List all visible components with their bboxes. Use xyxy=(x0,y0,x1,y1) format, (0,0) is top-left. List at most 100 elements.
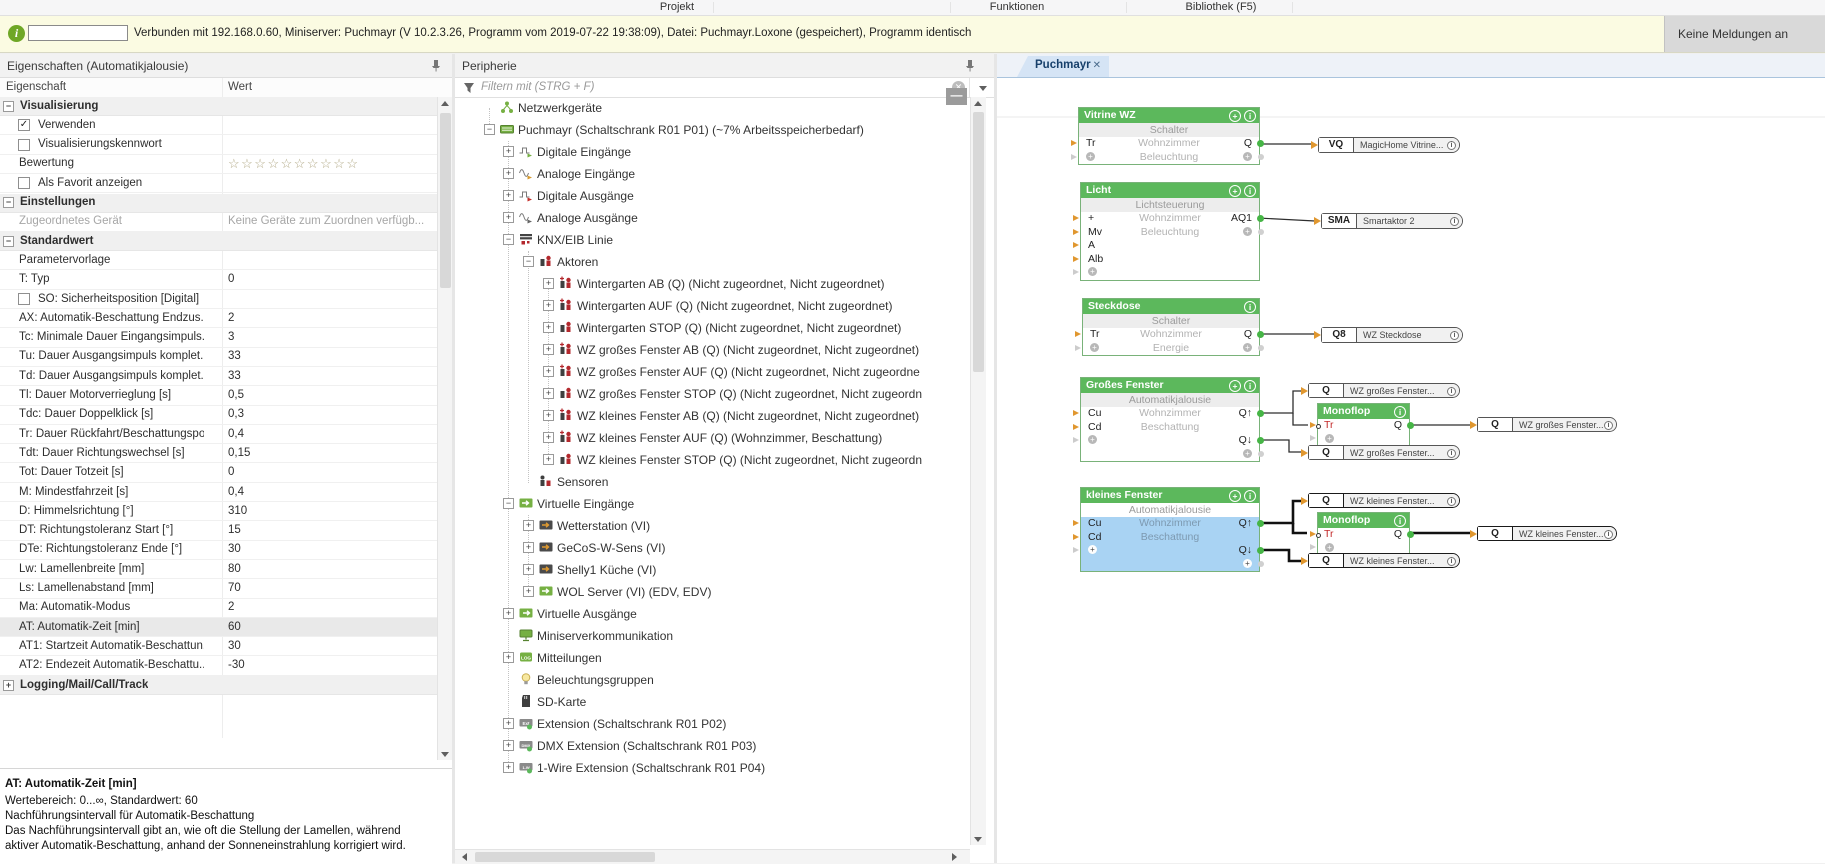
add-input-icon[interactable]: + xyxy=(1325,434,1334,443)
info-icon[interactable]: i xyxy=(1604,421,1613,430)
block-output-label[interactable]: Q xyxy=(1244,137,1252,150)
property-row-dt-richtungstoleranz-start[interactable]: DT: Richtungstoleranz Start [°]15 xyxy=(0,522,437,541)
tree-scrollbar[interactable] xyxy=(970,97,986,845)
property-row-ax-automatik-beschattung-endzus[interactable]: AX: Automatik-Beschattung Endzus...2 xyxy=(0,309,437,328)
move-icon[interactable]: + xyxy=(1229,185,1241,197)
property-row-so-sicherheitsposition-digital[interactable]: SO: Sicherheitsposition [Digital] xyxy=(0,290,437,309)
output-connector[interactable] xyxy=(1407,531,1414,538)
tree-expander[interactable]: + xyxy=(543,366,554,377)
property-row-at2-endezeit-automatik-beschattu[interactable]: AT2: Endezeit Automatik-Beschattu...-30 xyxy=(0,657,437,676)
property-value[interactable]: 30 xyxy=(228,543,241,555)
info-icon[interactable]: i xyxy=(1604,530,1613,539)
property-value[interactable]: 60 xyxy=(228,621,241,633)
add-output-icon[interactable]: + xyxy=(1243,227,1252,236)
io-node-q-wz-kleines-fenster[interactable]: QWZ kleines Fenster...i xyxy=(1308,553,1460,568)
tree-expander[interactable]: + xyxy=(523,542,534,553)
info-icon[interactable]: i xyxy=(1244,490,1256,502)
tree-expander[interactable]: + xyxy=(543,388,554,399)
menu-projekt[interactable]: Projekt xyxy=(660,1,694,13)
tree-expander[interactable]: − xyxy=(484,124,495,135)
tree-item-knx-eib-linie[interactable]: −KNX/EIB Linie xyxy=(455,230,970,250)
tree-item-wintergarten-auf-q-nicht-zu[interactable]: +Wintergarten AUF (Q) (Nicht zugeordnet,… xyxy=(455,296,970,316)
block-input-label[interactable]: Alb xyxy=(1088,253,1103,266)
block-input-label[interactable]: + xyxy=(1325,433,1334,446)
section-expander[interactable]: − xyxy=(3,236,14,247)
property-row-parametervorlage[interactable]: Parametervorlage xyxy=(0,251,437,270)
scroll-down-button[interactable] xyxy=(971,832,986,845)
tree-expander[interactable]: + xyxy=(503,762,514,773)
property-value[interactable]: 33 xyxy=(228,350,241,362)
input-connector-dim[interactable] xyxy=(1073,269,1079,275)
tree-item-wz-gro-es-fenster-auf-q-nic[interactable]: +WZ großes Fenster AUF (Q) (Nicht zugeor… xyxy=(455,362,970,382)
checkbox[interactable] xyxy=(18,293,30,305)
block-output-label[interactable]: + xyxy=(1243,558,1252,571)
property-row-tc-minimale-dauer-eingangsimpuls[interactable]: Tc: Minimale Dauer Eingangsimpuls...3 xyxy=(0,329,437,348)
property-value[interactable]: Keine Geräte zum Zuordnen verfügb... xyxy=(228,215,424,227)
section-expander[interactable]: − xyxy=(3,101,14,112)
io-node-q8-wz-steckdose[interactable]: Q8WZ Steckdosei xyxy=(1321,327,1463,343)
info-icon[interactable]: i xyxy=(1394,406,1406,418)
tree-item-miniserverkommunikation[interactable]: Miniserverkommunikation xyxy=(455,626,970,646)
input-connector-dim[interactable] xyxy=(1075,345,1081,351)
tree-expander[interactable]: + xyxy=(543,432,554,443)
block-input-label[interactable]: Tr xyxy=(1324,528,1334,541)
tree-item-mitteilungen[interactable]: +LOGMitteilungen xyxy=(455,648,970,668)
move-icon[interactable]: + xyxy=(1229,110,1241,122)
tree-expander[interactable]: + xyxy=(503,718,514,729)
input-connector[interactable] xyxy=(1073,520,1079,526)
io-node-sma-smartaktor-2[interactable]: SMASmartaktor 2i xyxy=(1321,213,1463,229)
property-value[interactable]: 0,15 xyxy=(228,447,250,459)
block-output-label[interactable]: Q↑ xyxy=(1239,517,1252,530)
property-row-at-automatik-zeit-min[interactable]: AT: Automatik-Zeit [min]60 xyxy=(0,618,437,637)
output-connector[interactable] xyxy=(1257,410,1264,417)
info-icon[interactable]: i xyxy=(1394,515,1406,527)
checkbox[interactable] xyxy=(18,177,30,189)
input-connector-dim[interactable] xyxy=(1071,154,1077,160)
tree-item-digitale-eing-nge[interactable]: +Digitale Eingänge xyxy=(455,142,970,162)
move-icon[interactable]: + xyxy=(1229,490,1241,502)
scroll-up-button[interactable] xyxy=(438,97,453,110)
property-row-m-mindestfahrzeit-s[interactable]: M: Mindestfahrzeit [s]0,4 xyxy=(0,483,437,502)
input-connector-dim[interactable] xyxy=(1073,437,1079,443)
input-connector[interactable] xyxy=(1073,256,1079,262)
tree-item-digitale-ausg-nge[interactable]: +Digitale Ausgänge xyxy=(455,186,970,206)
output-connector[interactable] xyxy=(1407,422,1414,429)
tree-item-dmx-extension-schaltschrank-r[interactable]: +DMXDMX Extension (Schaltschrank R01 P03… xyxy=(455,736,970,756)
filter-dropdown-button[interactable] xyxy=(969,78,996,97)
tree-item-wintergarten-stop-q-nicht-z[interactable]: +Wintergarten STOP (Q) (Nicht zugeordnet… xyxy=(455,318,970,338)
block-input-label[interactable]: + xyxy=(1088,544,1097,557)
tree-item-1-wire-extension-schaltschran[interactable]: +1-W1-Wire Extension (Schaltschrank R01 … xyxy=(455,758,970,778)
add-input-icon[interactable]: + xyxy=(1325,543,1334,552)
input-connector[interactable] xyxy=(1073,410,1079,416)
property-row-tu-dauer-ausgangsimpuls-komplet[interactable]: Tu: Dauer Ausgangsimpuls komplet...33 xyxy=(0,348,437,367)
property-row-dte-richtungstoleranz-ende[interactable]: DTe: Richtungstoleranz Ende [°]30 xyxy=(0,541,437,560)
block-output-label[interactable]: AQ1 xyxy=(1231,212,1252,225)
property-row-als-favorit-anzeigen[interactable]: Als Favorit anzeigen xyxy=(0,174,437,193)
io-node-vq-magichome-vitrine[interactable]: VQMagicHome Vitrine...i xyxy=(1318,137,1460,153)
info-icon[interactable]: i xyxy=(1244,380,1256,392)
info-icon[interactable]: i xyxy=(1450,331,1459,340)
property-value[interactable]: 2 xyxy=(228,312,234,324)
property-value[interactable]: 0,4 xyxy=(228,486,244,498)
output-connector-dim[interactable] xyxy=(1258,345,1264,351)
tree-expander[interactable]: + xyxy=(503,190,514,201)
info-icon[interactable]: i xyxy=(1447,497,1456,506)
canvas-page[interactable]: Vitrine WZi+SchalterTrWohnzimmerQ+Beleuc… xyxy=(997,78,1825,863)
tree-item-puchmayr-schaltschrank-r01-p0[interactable]: −Puchmayr (Schaltschrank R01 P01) (~7% A… xyxy=(455,120,970,140)
property-row-visualisierung[interactable]: −Visualisierung xyxy=(0,97,437,116)
input-connector[interactable] xyxy=(1073,242,1079,248)
close-icon[interactable]: ✕ xyxy=(1093,60,1101,71)
scroll-up-button[interactable] xyxy=(971,97,986,110)
property-row-at1-startzeit-automatik-beschattun[interactable]: AT1: Startzeit Automatik-Beschattun...30 xyxy=(0,637,437,656)
menu-bibliothek[interactable]: Bibliothek (F5) xyxy=(1186,1,1257,13)
output-connector-dim[interactable] xyxy=(1258,451,1264,457)
io-node-q-wz-kleines-fenster[interactable]: QWZ kleines Fenster...i xyxy=(1308,493,1460,508)
tree-item-wz-kleines-fenster-stop-q-n[interactable]: +WZ kleines Fenster STOP (Q) (Nicht zuge… xyxy=(455,450,970,470)
add-output-icon[interactable]: + xyxy=(1243,343,1252,352)
tree-expander[interactable]: + xyxy=(503,168,514,179)
info-icon[interactable]: i xyxy=(1447,557,1456,566)
property-row-visualisierungskennwort[interactable]: Visualisierungskennwort xyxy=(0,136,437,155)
block-output-label[interactable]: + xyxy=(1243,342,1252,355)
tree-expander[interactable]: + xyxy=(503,652,514,663)
property-value[interactable]: 0,4 xyxy=(228,428,244,440)
